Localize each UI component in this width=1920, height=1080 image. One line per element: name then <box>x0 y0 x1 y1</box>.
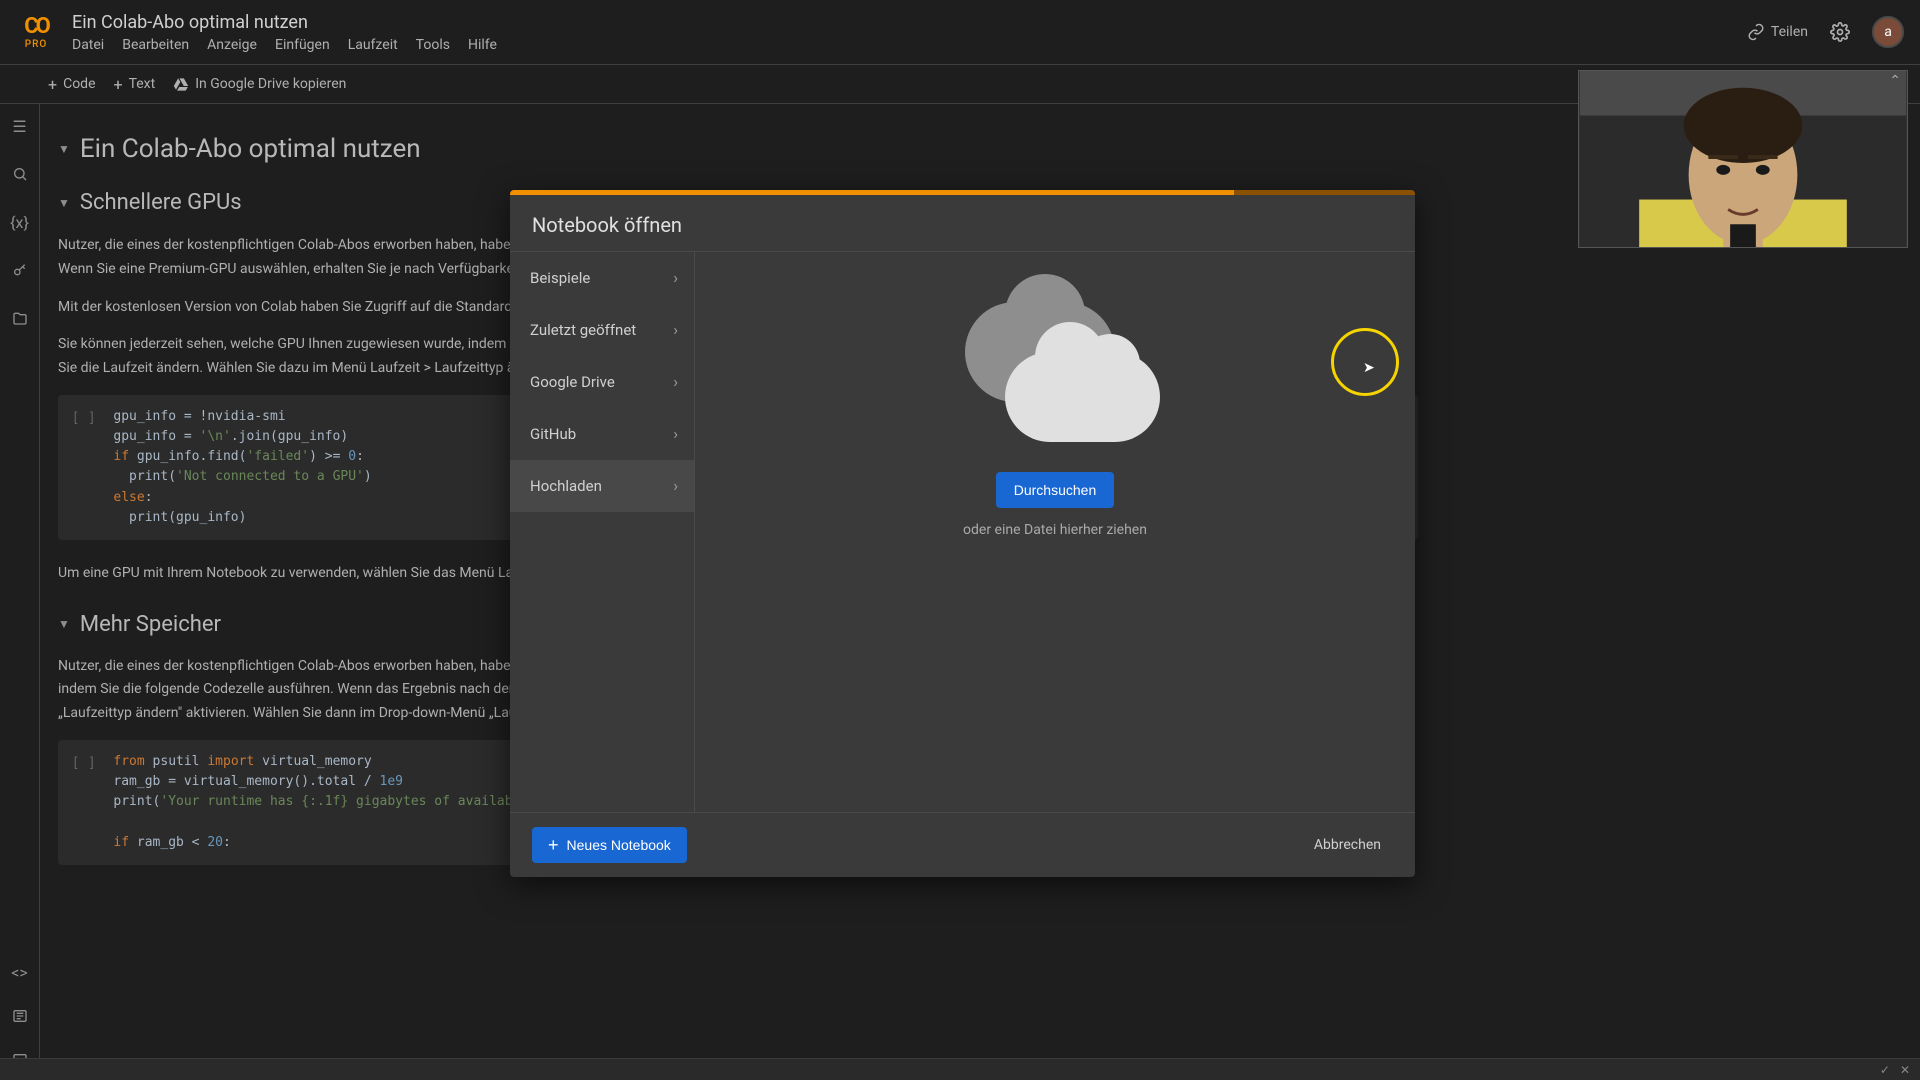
page-title: Ein Colab-Abo optimal nutzen <box>80 134 421 164</box>
menu-tools[interactable]: Tools <box>416 37 450 53</box>
header-right: Teilen a <box>1747 16 1904 48</box>
gear-icon <box>1830 22 1850 42</box>
copy-to-drive-label: In Google Drive kopieren <box>195 76 346 92</box>
drive-icon <box>173 76 189 92</box>
section-gpu-title: Schnellere GPUs <box>80 190 242 215</box>
app-header: CO PRO Ein Colab-Abo optimal nutzen Date… <box>0 0 1920 64</box>
collapse-icon[interactable]: ▼ <box>58 196 70 210</box>
status-check-icon: ✓ <box>1880 1063 1890 1077</box>
copy-to-drive-button[interactable]: In Google Drive kopieren <box>173 76 346 92</box>
menubar: Datei Bearbeiten Anzeige Einfügen Laufze… <box>72 37 1747 53</box>
tab-github[interactable]: GitHub › <box>510 408 694 460</box>
tab-label: GitHub <box>530 425 576 444</box>
tab-upload[interactable]: Hochladen › <box>510 460 694 512</box>
search-button[interactable] <box>8 162 32 186</box>
tab-recent[interactable]: Zuletzt geöffnet › <box>510 304 694 356</box>
cancel-button[interactable]: Abbrechen <box>1302 829 1393 861</box>
menu-insert[interactable]: Einfügen <box>275 37 330 53</box>
list-icon: ☰ <box>12 117 26 136</box>
tab-examples[interactable]: Beispiele › <box>510 252 694 304</box>
settings-button[interactable] <box>1826 18 1854 46</box>
key-icon <box>12 262 28 278</box>
add-code-label: Code <box>63 76 95 92</box>
drag-hint-text: oder eine Datei hierher ziehen <box>963 522 1147 538</box>
cell-exec-indicator[interactable]: [ ] <box>72 407 95 528</box>
new-notebook-label: Neues Notebook <box>567 837 671 853</box>
code-content[interactable]: gpu_info = !nvidia-smi gpu_info = '\n'.j… <box>113 407 371 528</box>
menu-view[interactable]: Anzeige <box>207 37 257 53</box>
header-main: Ein Colab-Abo optimal nutzen Datei Bearb… <box>72 12 1747 53</box>
terminal-icon <box>12 1008 28 1024</box>
avatar[interactable]: a <box>1872 16 1904 48</box>
dialog-sidebar: Beispiele › Zuletzt geöffnet › Google Dr… <box>510 252 695 812</box>
code-icon: <> <box>11 963 28 982</box>
menu-help[interactable]: Hilfe <box>468 37 497 53</box>
add-text-button[interactable]: + Text <box>114 75 156 94</box>
logo-glyph-icon: CO <box>24 14 48 39</box>
plus-icon: + <box>548 836 559 854</box>
doc-title[interactable]: Ein Colab-Abo optimal nutzen <box>72 12 1747 33</box>
collapse-icon[interactable]: ▼ <box>58 617 70 631</box>
variables-button[interactable]: {x} <box>8 210 32 234</box>
webcam-feed-icon <box>1579 71 1907 247</box>
chevron-right-icon: › <box>673 424 678 444</box>
collapse-webcam-button[interactable]: ⌃ <box>1889 73 1901 89</box>
secrets-button[interactable] <box>8 258 32 282</box>
share-button[interactable]: Teilen <box>1747 23 1808 41</box>
cell-exec-indicator[interactable]: [ ] <box>72 752 95 853</box>
plus-icon: + <box>48 75 57 94</box>
webcam-overlay: ⌃ <box>1578 70 1908 248</box>
plus-icon: + <box>114 75 123 94</box>
tab-google-drive[interactable]: Google Drive › <box>510 356 694 408</box>
colab-logo[interactable]: CO PRO <box>16 12 56 52</box>
code-snippets-button[interactable]: <> <box>8 960 32 984</box>
link-icon <box>1747 23 1765 41</box>
search-icon <box>12 166 28 182</box>
tab-label: Zuletzt geöffnet <box>530 321 636 340</box>
command-palette-button[interactable] <box>8 1004 32 1028</box>
tab-label: Google Drive <box>530 373 615 392</box>
section-memory-title: Mehr Speicher <box>80 612 221 637</box>
logo-pro-badge: PRO <box>25 39 48 50</box>
dialog-title: Notebook öffnen <box>510 195 1415 252</box>
avatar-initial: a <box>1884 24 1892 40</box>
collapse-icon[interactable]: ▼ <box>58 142 70 156</box>
braces-icon: {x} <box>10 213 29 232</box>
tab-label: Beispiele <box>530 269 590 288</box>
cloud-upload-icon <box>955 302 1155 452</box>
chevron-right-icon: › <box>673 268 678 288</box>
status-close-icon[interactable]: ✕ <box>1900 1063 1910 1077</box>
chevron-right-icon: › <box>673 372 678 392</box>
toc-button[interactable]: ☰ <box>8 114 32 138</box>
add-code-button[interactable]: + Code <box>48 75 96 94</box>
chevron-right-icon: › <box>673 320 678 340</box>
open-notebook-dialog: Notebook öffnen Beispiele › Zuletzt geöf… <box>510 190 1415 877</box>
status-bar: ✓ ✕ <box>0 1058 1920 1080</box>
chevron-right-icon: › <box>673 476 678 496</box>
menu-runtime[interactable]: Laufzeit <box>348 37 398 53</box>
upload-dropzone[interactable]: Durchsuchen oder eine Datei hierher zieh… <box>695 252 1415 812</box>
menu-file[interactable]: Datei <box>72 37 104 53</box>
new-notebook-button[interactable]: + Neues Notebook <box>532 827 687 863</box>
share-label: Teilen <box>1771 24 1808 40</box>
left-sidebar: ☰ {x} <> <box>0 104 40 1080</box>
menu-edit[interactable]: Bearbeiten <box>122 37 189 53</box>
dialog-footer: + Neues Notebook Abbrechen <box>510 812 1415 877</box>
files-button[interactable] <box>8 306 32 330</box>
folder-icon <box>12 310 28 326</box>
add-text-label: Text <box>129 76 156 92</box>
browse-button[interactable]: Durchsuchen <box>996 472 1115 508</box>
tab-label: Hochladen <box>530 477 602 496</box>
